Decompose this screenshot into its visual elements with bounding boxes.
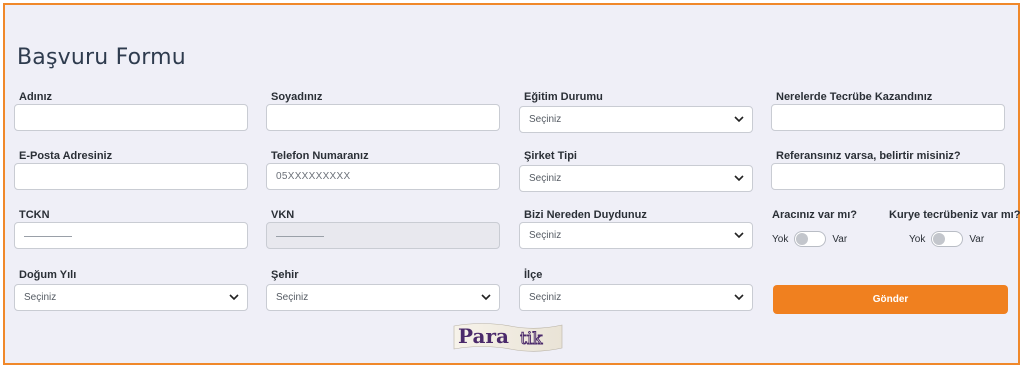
sehir-label: Şehir [271, 269, 299, 281]
logo-text-accent: tik [520, 329, 543, 349]
tecrube-label: Nerelerde Tecrübe Kazandınız [776, 91, 933, 103]
vkn-mask [276, 236, 324, 237]
kurye-label: Kurye tecrübeniz var mı? [889, 209, 1021, 221]
dogum-select[interactable]: Seçiniz [14, 284, 248, 311]
egitim-label: Eğitim Durumu [524, 91, 603, 103]
vkn-label: VKN [271, 209, 295, 221]
page-title: Başvuru Formu [17, 45, 186, 70]
chevron-down-icon [734, 115, 744, 125]
telefon-input[interactable]: 05XXXXXXXXX [266, 163, 500, 190]
paratik-logo: Para tik [453, 323, 563, 352]
logo-text-main: Para [458, 324, 509, 348]
tckn-input[interactable] [14, 222, 248, 249]
arac-on-label: Var [832, 233, 848, 245]
duyuru-label: Bizi Nereden Duydunuz [524, 209, 647, 221]
tecrube-input[interactable] [771, 104, 1005, 131]
kurye-on-label: Var [969, 233, 985, 245]
dogum-select-value: Seçiniz [24, 292, 57, 303]
sirket-label: Şirket Tipi [524, 150, 577, 162]
chevron-down-icon [734, 231, 744, 241]
chevron-down-icon [481, 293, 491, 303]
ilce-select-value: Seçiniz [529, 292, 562, 303]
arac-toggle-row: Yok Var [772, 231, 847, 247]
kurye-off-label: Yok [909, 233, 926, 245]
eposta-input[interactable] [14, 163, 248, 190]
adiniz-label: Adınız [19, 91, 52, 103]
referans-label: Referansınız varsa, belirtir misiniz? [776, 150, 961, 162]
adiniz-input[interactable] [14, 104, 248, 131]
sirket-select[interactable]: Seçiniz [519, 165, 753, 192]
kurye-toggle-row: Yok Var [909, 231, 984, 247]
chevron-down-icon [734, 174, 744, 184]
sehir-select-value: Seçiniz [276, 292, 309, 303]
toggle-knob [796, 233, 809, 245]
arac-label: Aracınız var mı? [772, 209, 857, 221]
submit-button[interactable]: Gönder [773, 285, 1008, 314]
egitim-select[interactable]: Seçiniz [519, 106, 753, 133]
tckn-label: TCKN [19, 209, 50, 221]
dogum-label: Doğum Yılı [19, 269, 77, 281]
arac-off-label: Yok [772, 233, 789, 245]
telefon-label: Telefon Numaranız [271, 150, 369, 162]
eposta-label: E-Posta Adresiniz [19, 150, 113, 162]
arac-toggle[interactable] [794, 231, 827, 247]
tckn-mask [24, 236, 72, 237]
soyadiniz-input[interactable] [266, 104, 500, 131]
soyadiniz-label: Soyadınız [271, 91, 323, 103]
ilce-select[interactable]: Seçiniz [519, 284, 753, 311]
chevron-down-icon [229, 293, 239, 303]
toggle-knob [933, 233, 946, 245]
sirket-select-value: Seçiniz [529, 173, 562, 184]
referans-input[interactable] [771, 163, 1005, 190]
kurye-toggle[interactable] [931, 231, 964, 247]
vkn-input[interactable] [266, 222, 500, 249]
sehir-select[interactable]: Seçiniz [266, 284, 500, 311]
chevron-down-icon [734, 293, 744, 303]
egitim-select-value: Seçiniz [529, 114, 562, 125]
duyuru-select-value: Seçiniz [529, 230, 562, 241]
form-frame: Başvuru Formu Adınız Soyadınız Eğitim Du… [3, 3, 1020, 365]
telefon-placeholder: 05XXXXXXXXX [276, 171, 351, 182]
duyuru-select[interactable]: Seçiniz [519, 222, 753, 249]
ilce-label: İlçe [524, 269, 543, 281]
